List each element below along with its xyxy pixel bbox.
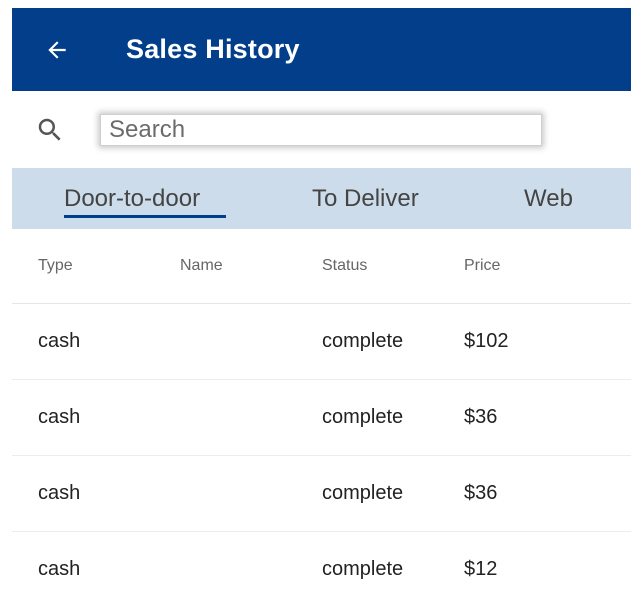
table-row[interactable]: cash complete $12 bbox=[12, 532, 631, 602]
search-input[interactable] bbox=[101, 114, 541, 145]
cell-type: cash bbox=[38, 330, 81, 352]
search-icon bbox=[38, 118, 61, 141]
cell-price: $36 bbox=[464, 406, 498, 428]
app-frame: Sales History Door-to-door To Deliver We… bbox=[12, 8, 631, 602]
app-bar: Sales History bbox=[12, 8, 631, 91]
cell-status: complete bbox=[322, 482, 404, 504]
cell-price: $12 bbox=[464, 558, 498, 580]
cell-type: cash bbox=[38, 558, 81, 580]
column-header-type: Type bbox=[38, 257, 73, 274]
back-button[interactable] bbox=[12, 8, 102, 91]
column-header-status: Status bbox=[322, 257, 368, 274]
tab-web[interactable]: Web bbox=[524, 168, 573, 229]
cell-type: cash bbox=[38, 406, 81, 428]
search-bar bbox=[12, 91, 631, 168]
page-title: Sales History bbox=[126, 34, 300, 64]
tab-bar: Door-to-door To Deliver Web bbox=[12, 168, 631, 229]
active-tab-indicator bbox=[64, 215, 226, 218]
tab-to-deliver[interactable]: To Deliver bbox=[312, 168, 419, 229]
search-field bbox=[100, 113, 542, 146]
tab-door-to-door[interactable]: Door-to-door bbox=[64, 168, 200, 229]
table-header: Type Name Status Price bbox=[12, 229, 631, 304]
cell-status: complete bbox=[322, 406, 404, 428]
cell-status: complete bbox=[322, 558, 404, 580]
cell-type: cash bbox=[38, 482, 81, 504]
table-row[interactable]: cash complete $36 bbox=[12, 456, 631, 532]
table-row[interactable]: cash complete $102 bbox=[12, 304, 631, 380]
table-row[interactable]: cash complete $36 bbox=[12, 380, 631, 456]
cell-price: $36 bbox=[464, 482, 498, 504]
column-header-name: Name bbox=[180, 257, 223, 274]
cell-price: $102 bbox=[464, 330, 509, 352]
cell-status: complete bbox=[322, 330, 404, 352]
column-header-price: Price bbox=[464, 257, 501, 274]
search-icon-wrap bbox=[12, 115, 88, 145]
arrow-left-icon bbox=[48, 40, 66, 59]
sales-table: Type Name Status Price cash complete $10… bbox=[12, 229, 631, 602]
